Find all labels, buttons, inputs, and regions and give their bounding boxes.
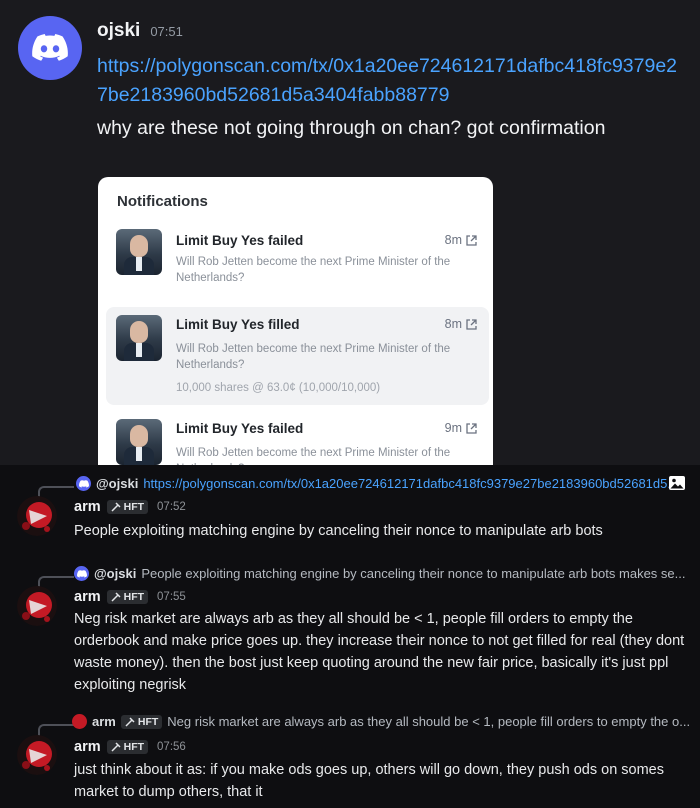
- message-header: arm HFT 07:52: [74, 499, 186, 515]
- arm-avatar[interactable]: [17, 496, 57, 536]
- notification-heading: Limit Buy Yes failed: [176, 421, 304, 436]
- message-timestamp: 07:55: [157, 591, 186, 603]
- arm-avatar[interactable]: [17, 735, 57, 775]
- author-name[interactable]: arm: [74, 499, 101, 515]
- reply-preview[interactable]: https://polygonscan.com/tx/0x1a20ee72461…: [143, 476, 678, 491]
- discord-icon: [74, 566, 89, 581]
- hft-tag-icon: [111, 742, 121, 752]
- notification-subtitle: Will Rob Jetten become the next Prime Mi…: [176, 343, 451, 371]
- hft-tag-icon: [125, 716, 135, 727]
- notification-time: 8m: [445, 317, 477, 331]
- author-name[interactable]: ojski: [97, 20, 140, 42]
- notification-item: Limit Buy Yes filled 8m Will Rob Jetten …: [106, 307, 489, 405]
- discord-icon: [76, 476, 91, 491]
- message-ojski: ojski 07:51 https://polygonscan.com/tx/0…: [0, 0, 700, 465]
- reply-reference[interactable]: @ojski https://polygonscan.com/tx/0x1a20…: [76, 476, 678, 491]
- external-link-icon: [466, 422, 477, 434]
- message-timestamp: 07:51: [150, 24, 183, 39]
- notification-item: Limit Buy Yes failed 8m Will Rob Jetten …: [106, 223, 489, 285]
- notification-time-text: 8m: [444, 317, 462, 331]
- discord-icon: [32, 34, 68, 61]
- message-text: Neg risk market are always arb as they a…: [74, 611, 685, 693]
- hft-tag[interactable]: HFT: [106, 500, 149, 514]
- arm-avatar[interactable]: [17, 586, 57, 626]
- hft-tag[interactable]: HFT: [106, 740, 149, 754]
- notification-time-text: 8m: [444, 233, 462, 247]
- polygonscan-link[interactable]: https://polygonscan.com/tx/0x1a20ee72461…: [97, 52, 687, 110]
- market-thumbnail: [116, 419, 162, 465]
- message-text: just think about it as: if you make ods …: [74, 762, 664, 800]
- author-name[interactable]: arm: [74, 739, 101, 755]
- hft-tag[interactable]: HFT: [120, 714, 163, 729]
- message-text: People exploiting matching engine by can…: [74, 523, 603, 539]
- notification-subtitle: Will Rob Jetten become the next Prime Mi…: [176, 256, 451, 284]
- hft-tag-icon: [111, 502, 121, 512]
- reply-author[interactable]: @ojski: [96, 476, 138, 491]
- image-icon: [669, 476, 685, 490]
- reply-author[interactable]: @ojski: [94, 566, 136, 581]
- tag-label: HFT: [137, 715, 159, 728]
- notifications-image-attachment[interactable]: Notifications Limit Buy Yes failed 8m Wi…: [98, 177, 493, 465]
- hft-tag-icon: [111, 592, 121, 602]
- notification-fill-details: 10,000 shares @ 63.0¢ (10,000/10,000): [176, 382, 381, 394]
- message-timestamp: 07:56: [157, 741, 186, 753]
- reply-reference[interactable]: @ojski People exploiting matching engine…: [74, 566, 685, 581]
- author-name[interactable]: arm: [74, 589, 101, 605]
- tag-label: HFT: [123, 501, 145, 513]
- market-thumbnail: [116, 229, 162, 275]
- message-timestamp: 07:52: [157, 501, 186, 513]
- hft-tag[interactable]: HFT: [106, 590, 149, 604]
- external-link-icon: [466, 318, 477, 330]
- tag-label: HFT: [123, 741, 145, 753]
- notification-time-text: 9m: [444, 421, 462, 435]
- message-header: arm HFT 07:56: [74, 739, 186, 755]
- arm-mini-avatar: [72, 714, 87, 729]
- ojski-avatar[interactable]: [18, 16, 82, 80]
- notifications-title: Notifications: [117, 193, 208, 210]
- message-header: ojski 07:51: [97, 20, 183, 42]
- message-text: why are these not going through on chan?…: [97, 117, 606, 139]
- notification-time: 8m: [445, 233, 477, 247]
- reply-preview[interactable]: People exploiting matching engine by can…: [141, 566, 685, 581]
- external-link-icon: [466, 234, 477, 246]
- message-header: arm HFT 07:55: [74, 589, 186, 605]
- notification-heading: Limit Buy Yes filled: [176, 317, 300, 332]
- notification-subtitle: Will Rob Jetten become the next Prime Mi…: [176, 447, 451, 465]
- tag-label: HFT: [123, 591, 145, 603]
- reply-reference[interactable]: arm HFT Neg risk market are always arb a…: [72, 714, 690, 729]
- notification-time: 9m: [445, 421, 477, 435]
- notification-item: Limit Buy Yes failed 9m Will Rob Jetten …: [106, 411, 489, 465]
- reply-preview[interactable]: Neg risk market are always arb as they a…: [167, 714, 690, 729]
- market-thumbnail: [116, 315, 162, 361]
- notification-heading: Limit Buy Yes failed: [176, 233, 304, 248]
- reply-author[interactable]: arm: [92, 714, 116, 729]
